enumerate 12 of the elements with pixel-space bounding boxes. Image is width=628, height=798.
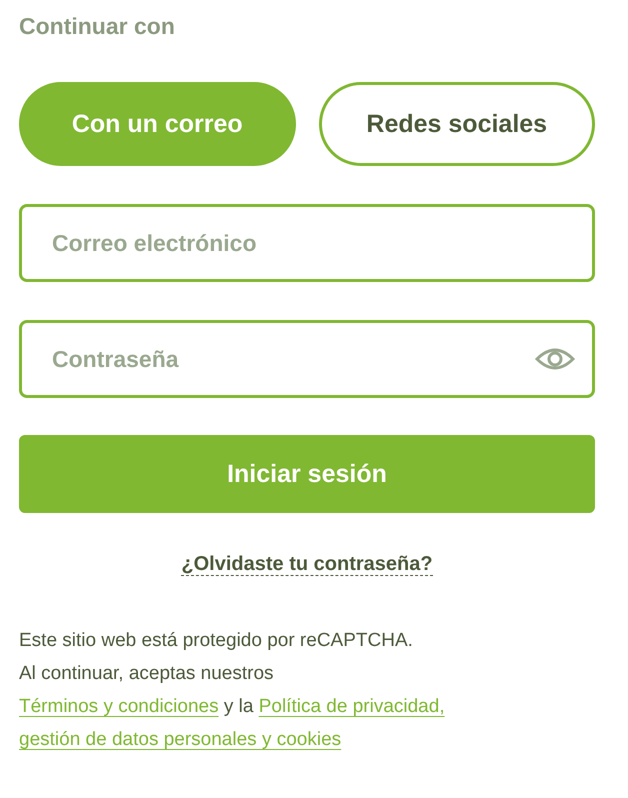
- privacy-link[interactable]: Política de privacidad,: [258, 696, 445, 717]
- legal-notice: Este sitio web está protegido por reCAPTCHA. Al continuar, aceptas nuestros Términos y condiciones y la Política de privacidad, gestión de datos personales y cookies: [19, 629, 446, 752]
- email-field[interactable]: Correo electrónico: [19, 204, 595, 282]
- tab[interactable]: Redes sociales: [318, 82, 595, 166]
- forgot-password-link[interactable]: ¿Olvidaste tu contraseña?: [181, 553, 433, 576]
- tab[interactable]: Con un correo: [19, 82, 296, 166]
- terms-link[interactable]: Términos y condiciones: [19, 696, 219, 717]
- eye-icon[interactable]: [535, 347, 575, 371]
- data-cookies-link[interactable]: gestión de datos personales y cookies: [19, 729, 342, 750]
- password-field[interactable]: Contraseña: [19, 320, 595, 398]
- login-button[interactable]: Iniciar sesión: [19, 435, 595, 513]
- section-heading: Continuar con: [19, 12, 176, 41]
